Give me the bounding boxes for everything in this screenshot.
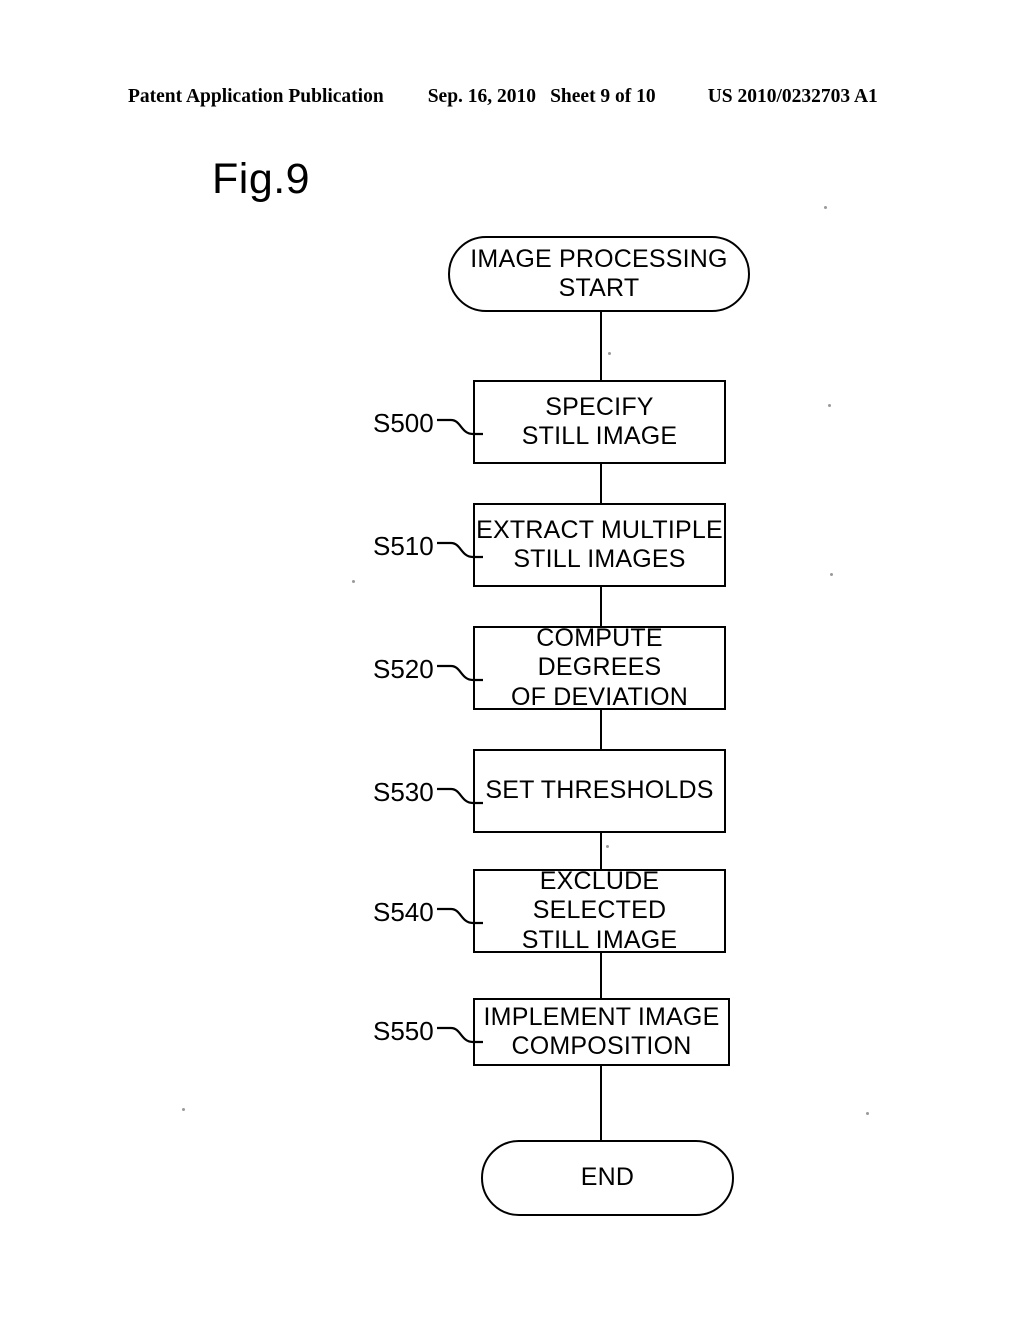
connector-start-to-s500	[600, 312, 602, 380]
step-id-s520: S520	[373, 654, 434, 684]
scan-speck	[182, 1108, 185, 1111]
scan-speck	[866, 1112, 869, 1115]
leader-line-s520	[437, 664, 483, 682]
flow-node-s500: SPECIFY STILL IMAGE	[473, 380, 726, 464]
flow-node-s510: EXTRACT MULTIPLE STILL IMAGES	[473, 503, 726, 587]
scan-speck	[824, 206, 827, 209]
connector-s540-to-s550	[600, 953, 602, 998]
connector-s550-to-end	[600, 1066, 602, 1140]
flow-node-s550-label: IMPLEMENT IMAGE COMPOSITION	[483, 1002, 720, 1061]
leader-line-s550	[437, 1026, 483, 1044]
flow-node-start: IMAGE PROCESSING START	[448, 236, 750, 312]
patent-drawing-page: Patent Application Publication Sep. 16, …	[0, 0, 1024, 1320]
flow-node-s500-label: SPECIFY STILL IMAGE	[521, 392, 678, 451]
step-id-s550: S550	[373, 1016, 434, 1046]
flow-node-s540: EXCLUDE SELECTED STILL IMAGE	[473, 866, 726, 954]
scan-speck	[830, 573, 833, 576]
flow-node-s520-label: COMPUTE DEGREES OF DEVIATION	[511, 623, 688, 711]
flow-node-s530: SET THRESHOLDS	[473, 749, 726, 833]
leader-line-s510	[437, 541, 483, 559]
flow-node-s510-label: EXTRACT MULTIPLE STILL IMAGES	[476, 515, 723, 574]
flow-node-end-label: END	[580, 1163, 635, 1192]
flow-node-s550: IMPLEMENT IMAGE COMPOSITION	[473, 998, 730, 1066]
scan-speck	[828, 404, 831, 407]
step-id-s500: S500	[373, 408, 434, 438]
flowchart: IMAGE PROCESSING START SPECIFY STILL IMA…	[0, 0, 1024, 1320]
flow-node-end: END	[481, 1140, 734, 1216]
scan-speck	[606, 845, 609, 848]
leader-line-s540	[437, 907, 483, 925]
flow-node-s540-label: EXCLUDE SELECTED STILL IMAGE	[521, 866, 678, 954]
step-id-s510: S510	[373, 531, 434, 561]
flow-node-start-label: IMAGE PROCESSING START	[470, 244, 728, 303]
scan-speck	[352, 580, 355, 583]
step-id-s540: S540	[373, 897, 434, 927]
flow-node-s520: COMPUTE DEGREES OF DEVIATION	[473, 623, 726, 711]
scan-speck	[608, 352, 611, 355]
flow-node-s530-label: SET THRESHOLDS	[485, 776, 714, 805]
step-id-s530: S530	[373, 777, 434, 807]
leader-line-s500	[437, 418, 483, 436]
connector-s530-to-s540	[600, 833, 602, 869]
leader-line-s530	[437, 787, 483, 805]
